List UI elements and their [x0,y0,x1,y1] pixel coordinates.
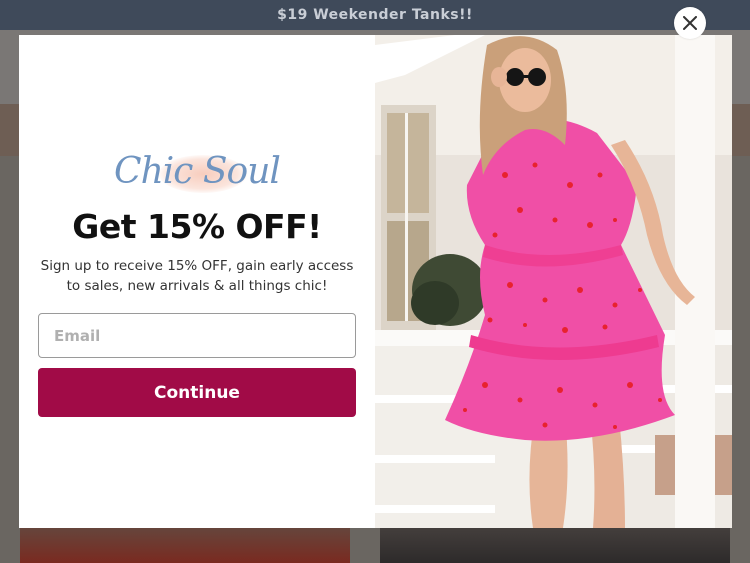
logo-text: Chic Soul [114,151,281,192]
popup-subtext: Sign up to receive 15% OFF, gain early a… [40,258,354,294]
popup-model-photo [375,35,732,528]
announcement-text: $19 Weekender Tanks!! [277,7,473,23]
popup-headline: Get 15% OFF! [72,207,322,246]
close-button[interactable] [674,7,706,39]
announcement-bar[interactable]: $19 Weekender Tanks!! [0,0,750,30]
email-input[interactable] [38,313,356,358]
continue-button[interactable]: Continue [38,368,356,417]
popup-form-panel: Chic Soul Get 15% OFF! Sign up to receiv… [19,35,375,528]
brand-logo: Chic Soul [19,149,375,197]
model-photo [375,35,732,528]
signup-popup: Chic Soul Get 15% OFF! Sign up to receiv… [19,35,732,528]
close-icon [683,16,697,30]
